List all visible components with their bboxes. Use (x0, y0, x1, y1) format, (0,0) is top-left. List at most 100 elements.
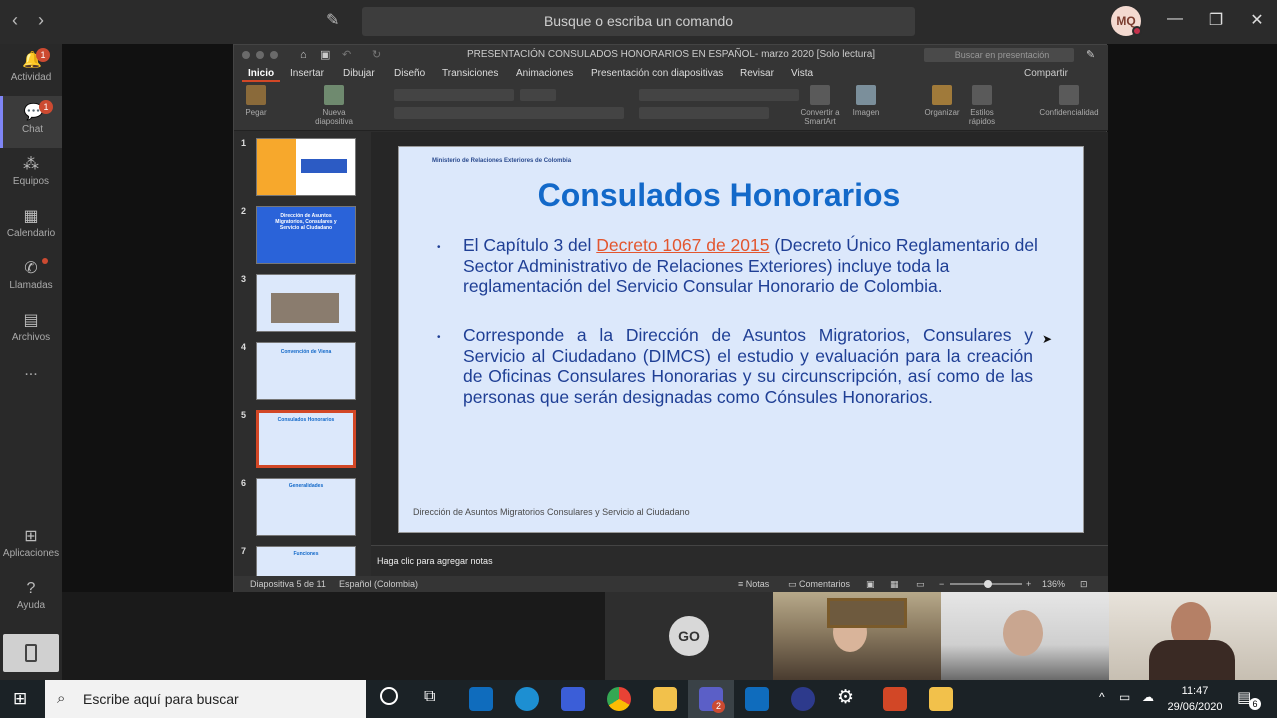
participant-video-1[interactable] (773, 592, 941, 680)
reading-view-icon[interactable]: ▭ (916, 576, 925, 592)
task-view-icon[interactable]: ⧉ (424, 688, 435, 706)
zoom-level[interactable]: 136% (1042, 576, 1065, 592)
share-button[interactable]: Compartir (1018, 67, 1074, 80)
tab-diseno[interactable]: Diseño (388, 67, 431, 80)
confidentiality-button[interactable]: Confidencialidad (1034, 85, 1104, 117)
notes-pane[interactable]: Haga clic para agregar notas (371, 545, 1108, 576)
thumb-title: Funciones (293, 551, 319, 557)
rail-help[interactable]: ? Ayuda (0, 572, 62, 624)
rail-calls[interactable]: ✆ Llamadas (0, 252, 62, 304)
rail-files[interactable]: ▤ Archivos (0, 304, 62, 356)
rail-more[interactable]: ... (0, 362, 62, 414)
rail-chat[interactable]: 💬 Chat 1 (0, 96, 62, 148)
slide-thumb-7[interactable]: Funciones (256, 546, 356, 576)
teams-taskbar-button[interactable]: 2 (688, 680, 734, 718)
minimize-icon[interactable]: — (1160, 10, 1190, 28)
redo-icon[interactable]: ↻ (372, 45, 381, 65)
presentation-search-input[interactable]: Buscar en presentación (924, 48, 1074, 62)
zoom-in-icon[interactable]: + (1026, 576, 1031, 592)
paste-button[interactable]: Pegar (236, 85, 276, 117)
chrome-icon[interactable] (607, 687, 631, 711)
home-icon[interactable]: ⌂ (300, 45, 307, 65)
image-button[interactable]: Imagen (846, 85, 886, 117)
slide-thumb-1[interactable] (256, 138, 356, 196)
slide-thumb-2[interactable]: Dirección de Asuntos Migratorios, Consul… (256, 206, 356, 264)
back-arrow-icon[interactable]: ‹ (12, 10, 18, 31)
command-search-input[interactable]: Busque o escriba un comando (362, 7, 915, 36)
new-slide-button[interactable]: Nueva diapositiva (312, 85, 356, 126)
window-max-dot[interactable] (270, 51, 278, 59)
sorter-view-icon[interactable]: ▦ (890, 576, 899, 592)
app-icon-2[interactable] (791, 687, 815, 711)
tab-transiciones[interactable]: Transiciones (436, 67, 504, 80)
zoom-slider[interactable] (950, 580, 1022, 588)
battery-icon[interactable]: ▭ (1119, 690, 1130, 704)
arrange-button[interactable]: Organizar (922, 85, 962, 117)
document-icon[interactable] (929, 687, 953, 711)
store-icon[interactable] (469, 687, 493, 711)
ppt-title-bar: ⌂ ▣ ↶ ↻ PRESENTACIÓN CONSULADOS HONORARI… (234, 45, 1108, 65)
forward-arrow-icon[interactable]: › (38, 10, 44, 31)
font-size-select[interactable] (520, 89, 556, 101)
tab-insertar[interactable]: Insertar (284, 67, 330, 80)
decree-link[interactable]: Decreto 1067 de 2015 (596, 235, 769, 255)
quick-styles-button[interactable]: Estilos rápidos (962, 85, 1002, 126)
tab-vista[interactable]: Vista (785, 67, 819, 80)
rail-calendar[interactable]: ▦ Calendario (0, 200, 62, 252)
app-icon[interactable] (561, 687, 585, 711)
normal-view-icon[interactable]: ▣ (866, 576, 875, 592)
tab-dibujar[interactable]: Dibujar (337, 67, 381, 80)
powerpoint-icon[interactable] (883, 687, 907, 711)
rail-teams[interactable]: ⁂ Equipos (0, 148, 62, 200)
fit-to-window-icon[interactable]: ⊡ (1080, 576, 1088, 592)
zoom-out-icon[interactable]: − (939, 576, 944, 592)
outlook-icon[interactable] (745, 687, 769, 711)
zoom-slider-thumb[interactable] (984, 580, 992, 588)
participant-video-2[interactable] (941, 592, 1109, 680)
windows-search-box[interactable]: ⌕ Escribe aquí para buscar (45, 680, 366, 718)
document-title: PRESENTACIÓN CONSULADOS HONORARIOS EN ES… (466, 49, 876, 60)
system-clock[interactable]: 11:47 29/06/2020 (1162, 683, 1228, 715)
slide-thumb-6[interactable]: Generalidades (256, 478, 356, 536)
edge-icon[interactable] (515, 687, 539, 711)
slide-thumb-3[interactable] (256, 274, 356, 332)
notification-count: 6 (1249, 698, 1261, 710)
settings-gear-icon[interactable]: ⚙ (837, 686, 854, 709)
share-screen-icon[interactable]: ✎ (1086, 45, 1095, 65)
participant-video-3[interactable] (1109, 592, 1277, 680)
notes-toggle[interactable]: ≡ Notas (738, 576, 769, 592)
current-slide[interactable]: Ministerio de Relaciones Exteriores de C… (398, 146, 1084, 533)
undo-icon[interactable]: ↶ (342, 45, 351, 65)
smartart-button[interactable]: Convertir a SmartArt (796, 85, 844, 126)
window-min-dot[interactable] (256, 51, 264, 59)
font-family-select[interactable] (394, 89, 514, 101)
restore-icon[interactable]: ❐ (1201, 10, 1231, 30)
tab-presentacion[interactable]: Presentación con diapositivas (585, 67, 729, 80)
chat-badge: 1 (39, 100, 53, 114)
close-icon[interactable]: ✕ (1242, 10, 1272, 30)
rail-apps[interactable]: ⊞ Aplicaciones (0, 520, 62, 572)
rail-activity[interactable]: 🔔 Actividad 1 (0, 44, 62, 96)
file-explorer-icon[interactable] (653, 687, 677, 711)
list-format-group[interactable] (639, 89, 799, 101)
comments-toggle[interactable]: ▭ Comentarios (788, 576, 850, 592)
tab-revisar[interactable]: Revisar (734, 67, 780, 80)
tab-inicio[interactable]: Inicio (242, 67, 281, 82)
slide-thumb-5[interactable]: Consulados Honorarios (256, 410, 356, 468)
windows-search-placeholder: Escribe aquí para buscar (83, 691, 239, 707)
device-button[interactable] (3, 634, 59, 672)
language-indicator[interactable]: Español (Colombia) (339, 576, 418, 592)
more-icon: ... (24, 362, 38, 379)
slide-thumb-4[interactable]: Convención de Viena (256, 342, 356, 400)
participant-tile-go[interactable]: GO (605, 592, 773, 680)
window-close-dot[interactable] (242, 51, 250, 59)
alignment-group[interactable] (639, 107, 769, 119)
windows-start-icon[interactable]: ⊞ (13, 689, 27, 709)
save-icon[interactable]: ▣ (320, 45, 330, 65)
chevron-up-icon[interactable]: ^ (1099, 690, 1105, 704)
compose-icon[interactable]: ✎ (326, 10, 339, 30)
font-format-group[interactable] (394, 107, 624, 119)
cortana-icon[interactable] (380, 687, 398, 705)
cloud-icon[interactable]: ☁ (1142, 690, 1154, 704)
tab-animaciones[interactable]: Animaciones (510, 67, 579, 80)
